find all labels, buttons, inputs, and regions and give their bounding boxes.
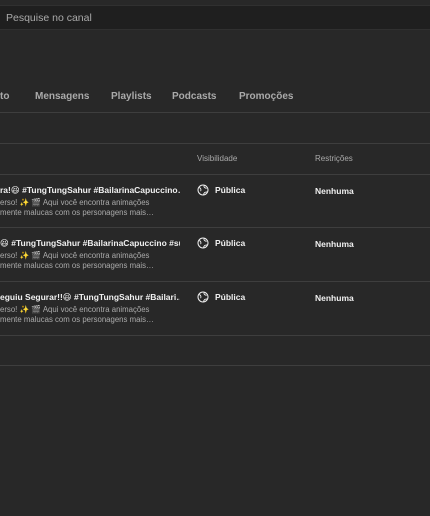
tab-promocoes[interactable]: Promoções [239, 91, 293, 102]
table-row[interactable]: eguiu Segurar!!😆 #TungTungSahur #Bailari… [0, 282, 430, 336]
visibility-cell[interactable]: Pública [197, 184, 245, 196]
tab-partial[interactable]: to [0, 91, 9, 102]
video-description-line: erso! ✨ 🎬 Aqui você encontra animações [0, 251, 150, 260]
video-title[interactable]: ra!😆 #TungTungSahur #BailarinaCapuccino… [0, 185, 180, 196]
globe-icon [197, 291, 209, 303]
column-header-restrictions[interactable]: Restrições [315, 154, 353, 163]
globe-icon [197, 237, 209, 249]
restrictions-value: Nenhuma [315, 293, 354, 303]
tab-playlists[interactable]: Playlists [111, 91, 152, 102]
tab-mensagens[interactable]: Mensagens [35, 91, 89, 102]
video-title[interactable]: 😆 #TungTungSahur #BailarinaCapuccino #su… [0, 238, 180, 249]
visibility-value: Pública [215, 185, 246, 195]
visibility-cell[interactable]: Pública [197, 291, 245, 303]
visibility-cell[interactable]: Pública [197, 237, 245, 249]
video-description-line: mente malucas com os personagens mais… [0, 208, 154, 217]
restrictions-value: Nenhuma [315, 239, 354, 249]
visibility-value: Pública [215, 238, 246, 248]
column-header-visibility[interactable]: Visibilidade [197, 154, 237, 163]
table-row[interactable]: 😆 #TungTungSahur #BailarinaCapuccino #su… [0, 228, 430, 282]
search-input[interactable]: Pesquise no canal [6, 12, 92, 24]
table-pagination-area [0, 336, 430, 366]
video-description-line: erso! ✨ 🎬 Aqui você encontra animações [0, 305, 150, 314]
video-title[interactable]: eguiu Segurar!!😆 #TungTungSahur #Bailari… [0, 292, 180, 303]
channel-tabs: to Mensagens Playlists Podcasts Promoçõe… [0, 86, 430, 113]
restrictions-value: Nenhuma [315, 186, 354, 196]
visibility-value: Pública [215, 292, 246, 302]
video-description-line: mente malucas com os personagens mais… [0, 315, 154, 324]
video-description-line: erso! ✨ 🎬 Aqui você encontra animações [0, 198, 150, 207]
table-row[interactable]: ra!😆 #TungTungSahur #BailarinaCapuccino…… [0, 174, 430, 228]
video-description-line: mente malucas com os personagens mais… [0, 261, 154, 270]
globe-icon [197, 184, 209, 196]
tab-podcasts[interactable]: Podcasts [172, 91, 216, 102]
channel-search-bar[interactable]: Pesquise no canal [0, 5, 430, 30]
toolbar-divider [0, 143, 430, 144]
